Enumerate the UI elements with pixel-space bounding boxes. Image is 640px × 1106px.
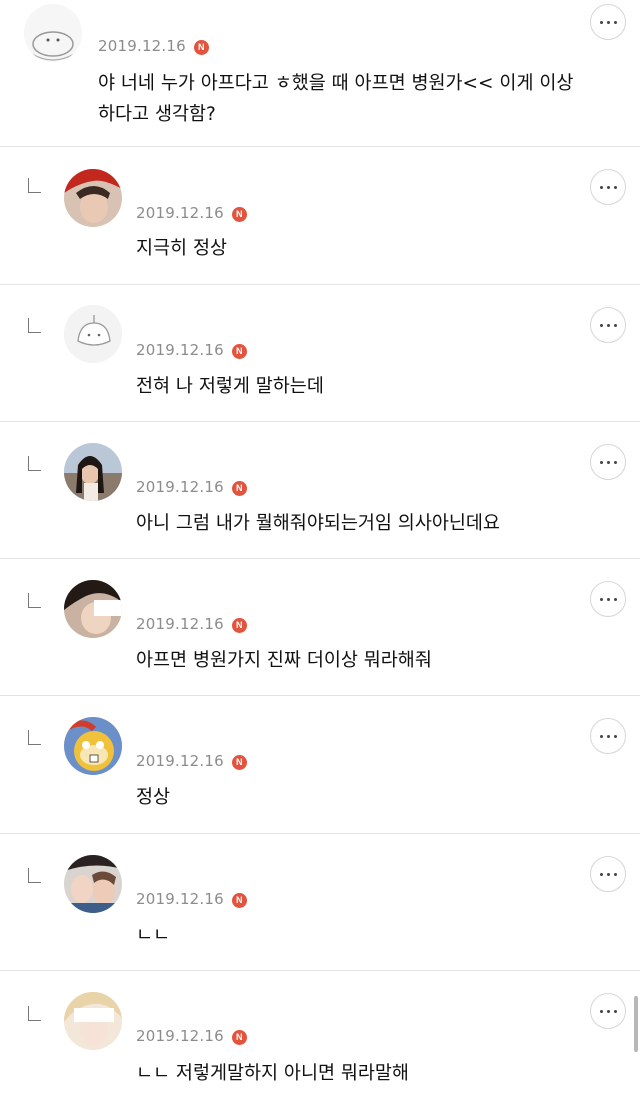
reply-arrow-icon: [28, 593, 41, 608]
more-options-button[interactable]: [590, 856, 626, 892]
more-options-button[interactable]: [590, 444, 626, 480]
reply-arrow-icon: [28, 868, 41, 883]
comment-text: ㄴㄴ 저렇게말하지 아니면 뭐라말해: [136, 1063, 409, 1084]
new-badge-icon: N: [193, 40, 209, 55]
comment-item: 2019.12.16 N 야 너네 누가 아프다고 ㅎ했을 때 아프면 병원가<<…: [0, 0, 640, 147]
new-badge-icon: N: [231, 618, 247, 633]
comment-text: 전혀 나 저렇게 말하는데: [136, 376, 324, 397]
comment-text: 아프면 병원가지 진짜 더이상 뭐라해줘: [136, 650, 432, 671]
comment-date: 2019.12.16 N: [136, 478, 247, 496]
comment-text: 야 너네 누가 아프다고 ㅎ했을 때 아프면 병원가<< 이게 이상 하다고 생…: [98, 73, 574, 125]
avatar[interactable]: [64, 443, 122, 501]
more-options-button[interactable]: [590, 4, 626, 40]
new-badge-icon: N: [231, 755, 247, 770]
reply-item: 2019.12.16 N 아니 그럼 내가 뭘해줘야되는거임 의사아닌데요: [0, 422, 640, 559]
comment-date: 2019.12.16 N: [136, 752, 247, 770]
avatar[interactable]: [64, 992, 122, 1050]
more-options-button[interactable]: [590, 718, 626, 754]
reply-item: 2019.12.16 N ㄴㄴ 저렇게말하지 아니면 뭐라말해: [0, 971, 640, 1106]
more-options-button[interactable]: [590, 307, 626, 343]
avatar[interactable]: [64, 169, 122, 227]
reply-arrow-icon: [28, 456, 41, 471]
comment-date: 2019.12.16 N: [136, 615, 247, 633]
avatar[interactable]: [24, 4, 82, 62]
new-badge-icon: N: [231, 481, 247, 496]
reply-item: 2019.12.16 N 전혀 나 저렇게 말하는데: [0, 285, 640, 422]
comment-date: 2019.12.16 N: [136, 341, 247, 359]
comment-date: 2019.12.16 N: [136, 890, 247, 908]
new-badge-icon: N: [231, 344, 247, 359]
more-options-button[interactable]: [590, 169, 626, 205]
reply-item: 2019.12.16 N 정상: [0, 696, 640, 834]
scrollbar[interactable]: [634, 996, 638, 1052]
avatar[interactable]: [64, 305, 122, 363]
reply-arrow-icon: [28, 318, 41, 333]
comment-text: 정상: [136, 787, 171, 808]
reply-item: 2019.12.16 N 아프면 병원가지 진짜 더이상 뭐라해줘: [0, 559, 640, 696]
reply-item: 2019.12.16 N ㄴㄴ: [0, 834, 640, 971]
more-options-button[interactable]: [590, 993, 626, 1029]
avatar[interactable]: [64, 855, 122, 913]
comment-text: ㄴㄴ: [136, 925, 171, 946]
comment-text: 아니 그럼 내가 뭘해줘야되는거임 의사아닌데요: [136, 513, 500, 534]
comment-text: 지극히 정상: [136, 238, 227, 259]
new-badge-icon: N: [231, 207, 247, 222]
comment-date: 2019.12.16 N: [98, 37, 209, 55]
avatar[interactable]: [64, 580, 122, 638]
comment-date: 2019.12.16 N: [136, 1027, 247, 1045]
new-badge-icon: N: [231, 893, 247, 908]
avatar[interactable]: [64, 717, 122, 775]
reply-arrow-icon: [28, 1006, 41, 1021]
comment-date: 2019.12.16 N: [136, 204, 247, 222]
reply-arrow-icon: [28, 178, 41, 193]
reply-arrow-icon: [28, 730, 41, 745]
new-badge-icon: N: [231, 1030, 247, 1045]
more-options-button[interactable]: [590, 581, 626, 617]
reply-item: 2019.12.16 N 지극히 정상: [0, 147, 640, 285]
